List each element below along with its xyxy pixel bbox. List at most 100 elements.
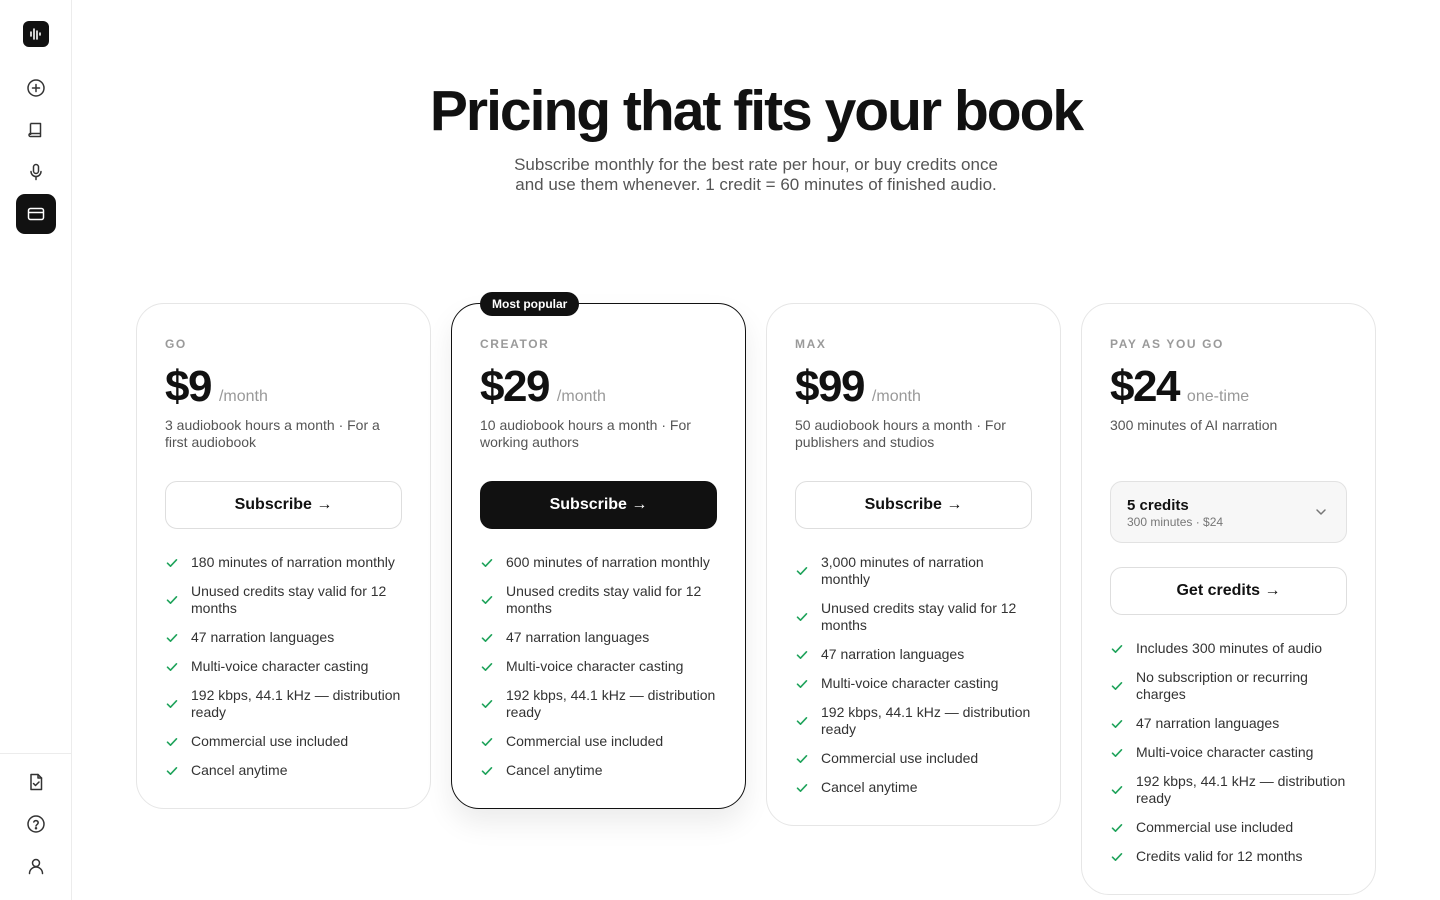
feature-item: Multi-voice character casting bbox=[480, 658, 717, 675]
check-icon bbox=[795, 781, 809, 795]
credit-card-icon[interactable] bbox=[16, 194, 56, 234]
check-icon bbox=[480, 697, 494, 711]
microphone-icon[interactable] bbox=[16, 152, 56, 192]
plan-price: $99 bbox=[795, 362, 865, 411]
feature-text: 600 minutes of narration monthly bbox=[506, 554, 710, 570]
sidebar-divider bbox=[0, 753, 71, 754]
feature-text: Includes 300 minutes of audio bbox=[1136, 640, 1323, 656]
check-icon bbox=[1110, 746, 1124, 760]
feature-item: Commercial use included bbox=[165, 733, 402, 750]
price-row: $29 /month bbox=[480, 362, 717, 412]
feature-text: Multi-voice character casting bbox=[1136, 744, 1314, 760]
help-circle-icon[interactable] bbox=[16, 804, 56, 844]
check-icon bbox=[480, 631, 494, 645]
check-icon bbox=[165, 735, 179, 749]
feature-item: No subscription or recurring charges bbox=[1110, 669, 1347, 703]
price-row: $99 /month bbox=[795, 362, 1032, 412]
plan-price: $24 bbox=[1110, 362, 1180, 411]
feature-list: 600 minutes of narration monthly Unused … bbox=[480, 554, 717, 779]
feature-item: 47 narration languages bbox=[480, 629, 717, 646]
most-popular-badge: Most popular bbox=[480, 292, 580, 316]
credits-select[interactable]: 5 credits 300 minutes · $24 bbox=[1110, 481, 1347, 543]
feature-item: 180 minutes of narration monthly bbox=[165, 554, 402, 571]
feature-text: 3,000 minutes of narration monthly bbox=[821, 554, 984, 587]
feature-item: Unused credits stay valid for 12 months bbox=[795, 600, 1032, 634]
plan-price: $9 bbox=[165, 362, 212, 411]
feature-item: 3,000 minutes of narration monthly bbox=[795, 554, 1032, 588]
feature-text: Cancel anytime bbox=[506, 762, 603, 778]
feature-text: 47 narration languages bbox=[821, 646, 965, 662]
feature-item: Cancel anytime bbox=[795, 779, 1032, 796]
feature-text: 47 narration languages bbox=[1136, 715, 1280, 731]
plan-period: one-time bbox=[1186, 388, 1250, 405]
feature-item: 47 narration languages bbox=[165, 629, 402, 646]
get-credits-button[interactable]: Get credits → bbox=[1110, 567, 1347, 615]
waveform-logo-icon[interactable] bbox=[23, 21, 49, 47]
subscribe-button-max[interactable]: Subscribe → bbox=[795, 481, 1032, 529]
check-icon bbox=[795, 677, 809, 691]
credits-select-detail: 300 minutes · $24 bbox=[1127, 515, 1224, 529]
feature-item: 192 kbps, 44.1 kHz — distribution ready bbox=[480, 687, 717, 721]
check-icon bbox=[480, 735, 494, 749]
plan-tier-label: CREATOR bbox=[480, 337, 550, 351]
check-icon bbox=[795, 714, 809, 728]
plan-tier-label: GO bbox=[165, 337, 187, 351]
feature-item: Includes 300 minutes of audio bbox=[1110, 640, 1347, 657]
feature-text: 192 kbps, 44.1 kHz — distribution ready bbox=[821, 704, 1031, 737]
feature-item: 47 narration languages bbox=[795, 646, 1032, 663]
feature-item: Cancel anytime bbox=[480, 762, 717, 779]
feature-text: Unused credits stay valid for 12 months bbox=[191, 583, 387, 616]
page-subtitle: Subscribe monthly for the best rate per … bbox=[514, 155, 998, 194]
feature-text: 192 kbps, 44.1 kHz — distribution ready bbox=[191, 687, 401, 720]
plan-description: 3 audiobook hours a month · For a first … bbox=[165, 417, 380, 450]
plan-period: /month bbox=[218, 388, 268, 405]
subscribe-button-go[interactable]: Subscribe → bbox=[165, 481, 402, 529]
feature-text: 47 narration languages bbox=[191, 629, 335, 645]
feature-text: Commercial use included bbox=[191, 733, 349, 749]
feature-text: Cancel anytime bbox=[821, 779, 918, 795]
feature-item: Multi-voice character casting bbox=[795, 675, 1032, 692]
feature-item: 192 kbps, 44.1 kHz — distribution ready bbox=[795, 704, 1032, 738]
feature-text: 47 narration languages bbox=[506, 629, 650, 645]
feature-text: Multi-voice character casting bbox=[191, 658, 369, 674]
feature-list: 3,000 minutes of narration monthly Unuse… bbox=[795, 554, 1032, 796]
check-icon bbox=[165, 556, 179, 570]
price-row: $24 one-time bbox=[1110, 362, 1347, 412]
chevron-down-icon bbox=[1314, 505, 1328, 519]
plan-period: /month bbox=[556, 388, 606, 405]
feature-text: Commercial use included bbox=[506, 733, 664, 749]
check-icon bbox=[1110, 821, 1124, 835]
subscribe-button-creator[interactable]: Subscribe → bbox=[480, 481, 717, 529]
check-icon bbox=[165, 631, 179, 645]
plan-card-creator: Most popular CREATOR $29 /month 10 audiob… bbox=[451, 292, 746, 809]
plan-description: 50 audiobook hours a month · For publish… bbox=[795, 417, 1006, 450]
file-check-icon[interactable] bbox=[16, 762, 56, 802]
check-icon bbox=[795, 648, 809, 662]
user-icon[interactable] bbox=[16, 846, 56, 886]
check-icon bbox=[480, 764, 494, 778]
plan-tier-label: MAX bbox=[795, 337, 827, 351]
feature-text: No subscription or recurring charges bbox=[1136, 669, 1308, 702]
feature-item: 192 kbps, 44.1 kHz — distribution ready bbox=[1110, 773, 1347, 807]
feature-item: 192 kbps, 44.1 kHz — distribution ready bbox=[165, 687, 402, 721]
feature-text: Multi-voice character casting bbox=[821, 675, 999, 691]
feature-text: Multi-voice character casting bbox=[506, 658, 684, 674]
book-icon[interactable] bbox=[16, 110, 56, 150]
check-icon bbox=[480, 660, 494, 674]
feature-item: Cancel anytime bbox=[165, 762, 402, 779]
plus-circle-icon[interactable] bbox=[16, 68, 56, 108]
check-icon bbox=[165, 660, 179, 674]
feature-text: Commercial use included bbox=[821, 750, 979, 766]
check-icon bbox=[1110, 717, 1124, 731]
feature-item: Commercial use included bbox=[1110, 819, 1347, 836]
feature-item: Unused credits stay valid for 12 months bbox=[480, 583, 717, 617]
check-icon bbox=[165, 697, 179, 711]
plan-tier-label: PAY AS YOU GO bbox=[1110, 337, 1224, 351]
check-icon bbox=[1110, 679, 1124, 693]
feature-item: Credits valid for 12 months bbox=[1110, 848, 1347, 865]
feature-item: Multi-voice character casting bbox=[165, 658, 402, 675]
feature-text: 192 kbps, 44.1 kHz — distribution ready bbox=[506, 687, 716, 720]
check-icon bbox=[795, 610, 809, 624]
feature-item: Commercial use included bbox=[480, 733, 717, 750]
check-icon bbox=[165, 764, 179, 778]
